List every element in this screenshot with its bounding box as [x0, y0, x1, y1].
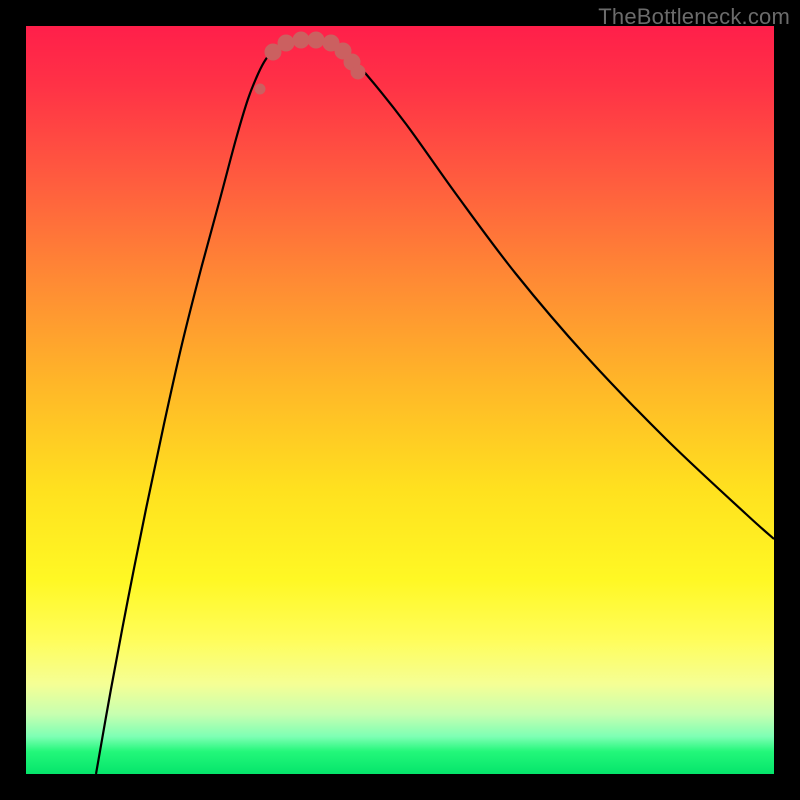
curve-marker: [308, 32, 324, 48]
curve-marker: [255, 84, 265, 94]
bottleneck-curve: [26, 26, 774, 774]
curve-markers: [255, 32, 365, 94]
curve-marker: [293, 32, 309, 48]
watermark-text: TheBottleneck.com: [598, 4, 790, 30]
chart-plot-area: [26, 26, 774, 774]
curve-marker: [278, 35, 294, 51]
curve-marker: [351, 65, 365, 79]
curve-line: [96, 41, 774, 774]
